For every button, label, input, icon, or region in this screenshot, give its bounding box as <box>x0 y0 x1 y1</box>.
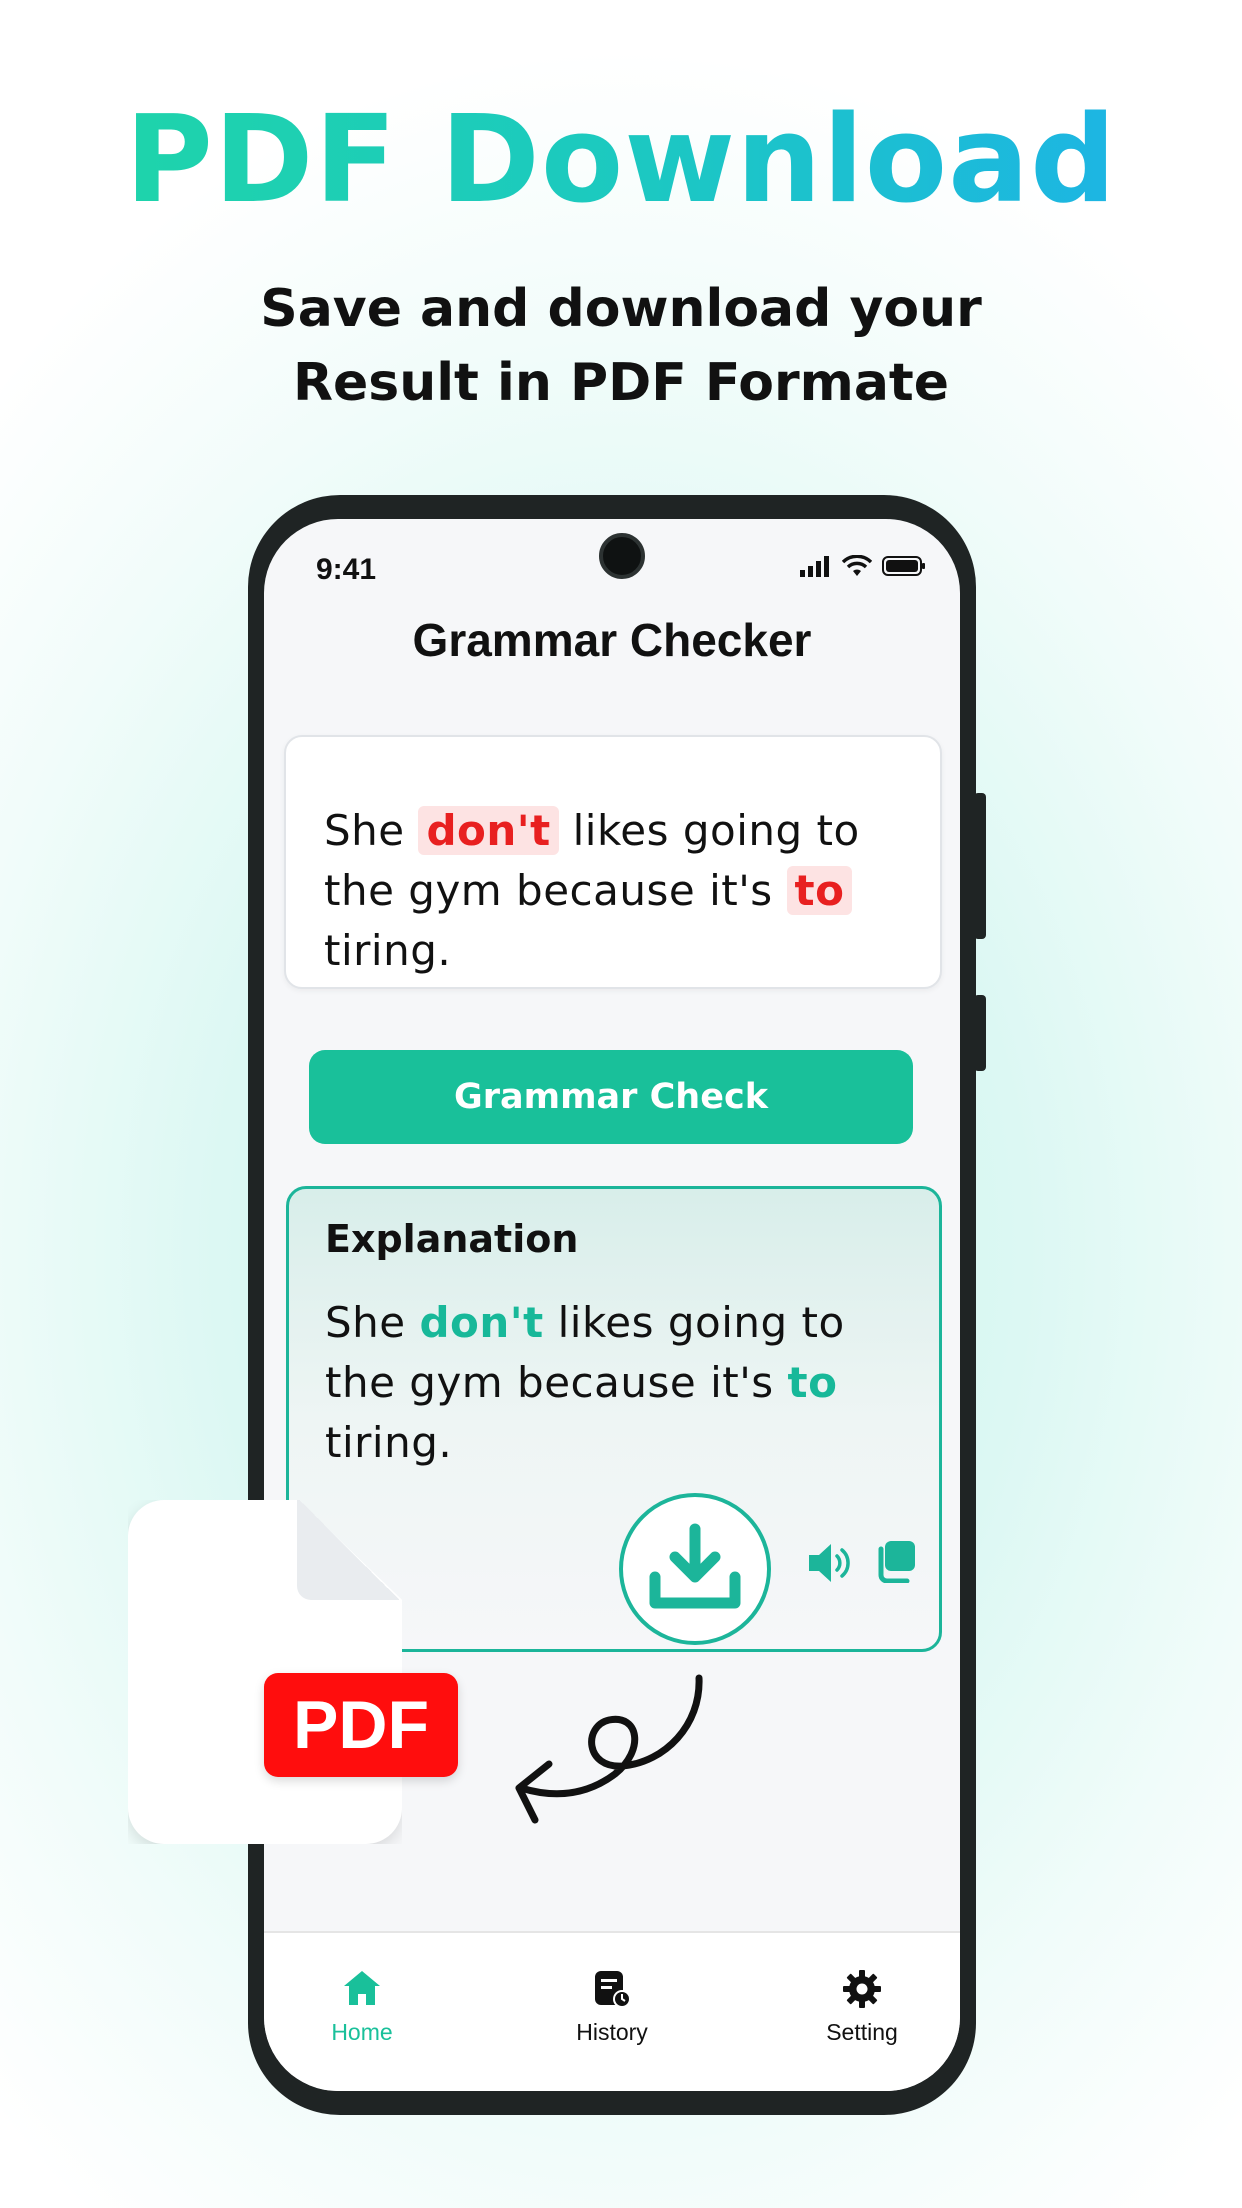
tab-history[interactable]: History <box>542 1969 682 2046</box>
speaker-button[interactable] <box>807 1541 853 1589</box>
curly-arrow-icon <box>515 1674 703 1824</box>
tab-home[interactable]: Home <box>292 1969 432 2046</box>
status-time: 9:41 <box>316 553 377 586</box>
signal-icon <box>800 556 829 577</box>
battery-icon <box>882 556 925 576</box>
error-word-dont: don't <box>418 806 559 855</box>
explanation-title: Explanation <box>325 1217 579 1261</box>
pdf-badge: PDF <box>264 1673 458 1777</box>
home-icon <box>344 1971 380 2005</box>
app-title: Grammar Checker <box>412 614 812 666</box>
status-icons <box>800 555 926 577</box>
power-button <box>974 793 986 939</box>
promo-headline: PDF Download <box>0 95 1242 227</box>
phone-frame: 9:41 Grammar Checker She don't likes goi… <box>248 495 986 2115</box>
text-segment: She <box>324 806 419 855</box>
copy-icon <box>878 1541 915 1584</box>
text-segment: She <box>325 1298 420 1347</box>
copy-button[interactable] <box>873 1539 917 1587</box>
input-sentence: She don't likes going to the gym because… <box>324 801 914 981</box>
explanation-text: She don't likes going to the gym because… <box>325 1293 915 1473</box>
input-text-card[interactable]: She don't likes going to the gym because… <box>284 735 942 989</box>
text-segment: tiring. <box>325 1418 453 1467</box>
tab-home-label: Home <box>331 2019 393 2045</box>
grammar-check-button[interactable]: Grammar Check <box>309 1050 913 1144</box>
pdf-file-fold <box>297 1500 402 1600</box>
tab-history-label: History <box>576 2019 648 2045</box>
gear-icon <box>843 1970 881 2008</box>
front-camera <box>599 533 645 579</box>
download-icon <box>649 1523 741 1609</box>
text-segment: tiring. <box>324 926 452 975</box>
highlight-word-to: to <box>787 1358 838 1407</box>
volume-button <box>974 995 986 1071</box>
highlight-word-dont: don't <box>419 1298 544 1347</box>
tab-setting[interactable]: Setting <box>792 1969 932 2046</box>
download-button[interactable] <box>619 1493 771 1645</box>
bottom-tab-bar: Home History Setting <box>264 1931 960 2091</box>
promo-subline-line-2: Result in PDF Formate <box>292 353 950 413</box>
wifi-icon <box>842 555 872 576</box>
speaker-icon <box>809 1544 850 1582</box>
tab-setting-label: Setting <box>826 2019 898 2045</box>
promo-subline-line-1: Save and download your <box>260 279 982 339</box>
history-icon <box>595 1971 631 2008</box>
phone-screen: 9:41 Grammar Checker She don't likes goi… <box>264 519 960 2091</box>
promo-subline: Save and download your Result in PDF For… <box>0 272 1242 420</box>
error-word-to: to <box>786 866 853 915</box>
